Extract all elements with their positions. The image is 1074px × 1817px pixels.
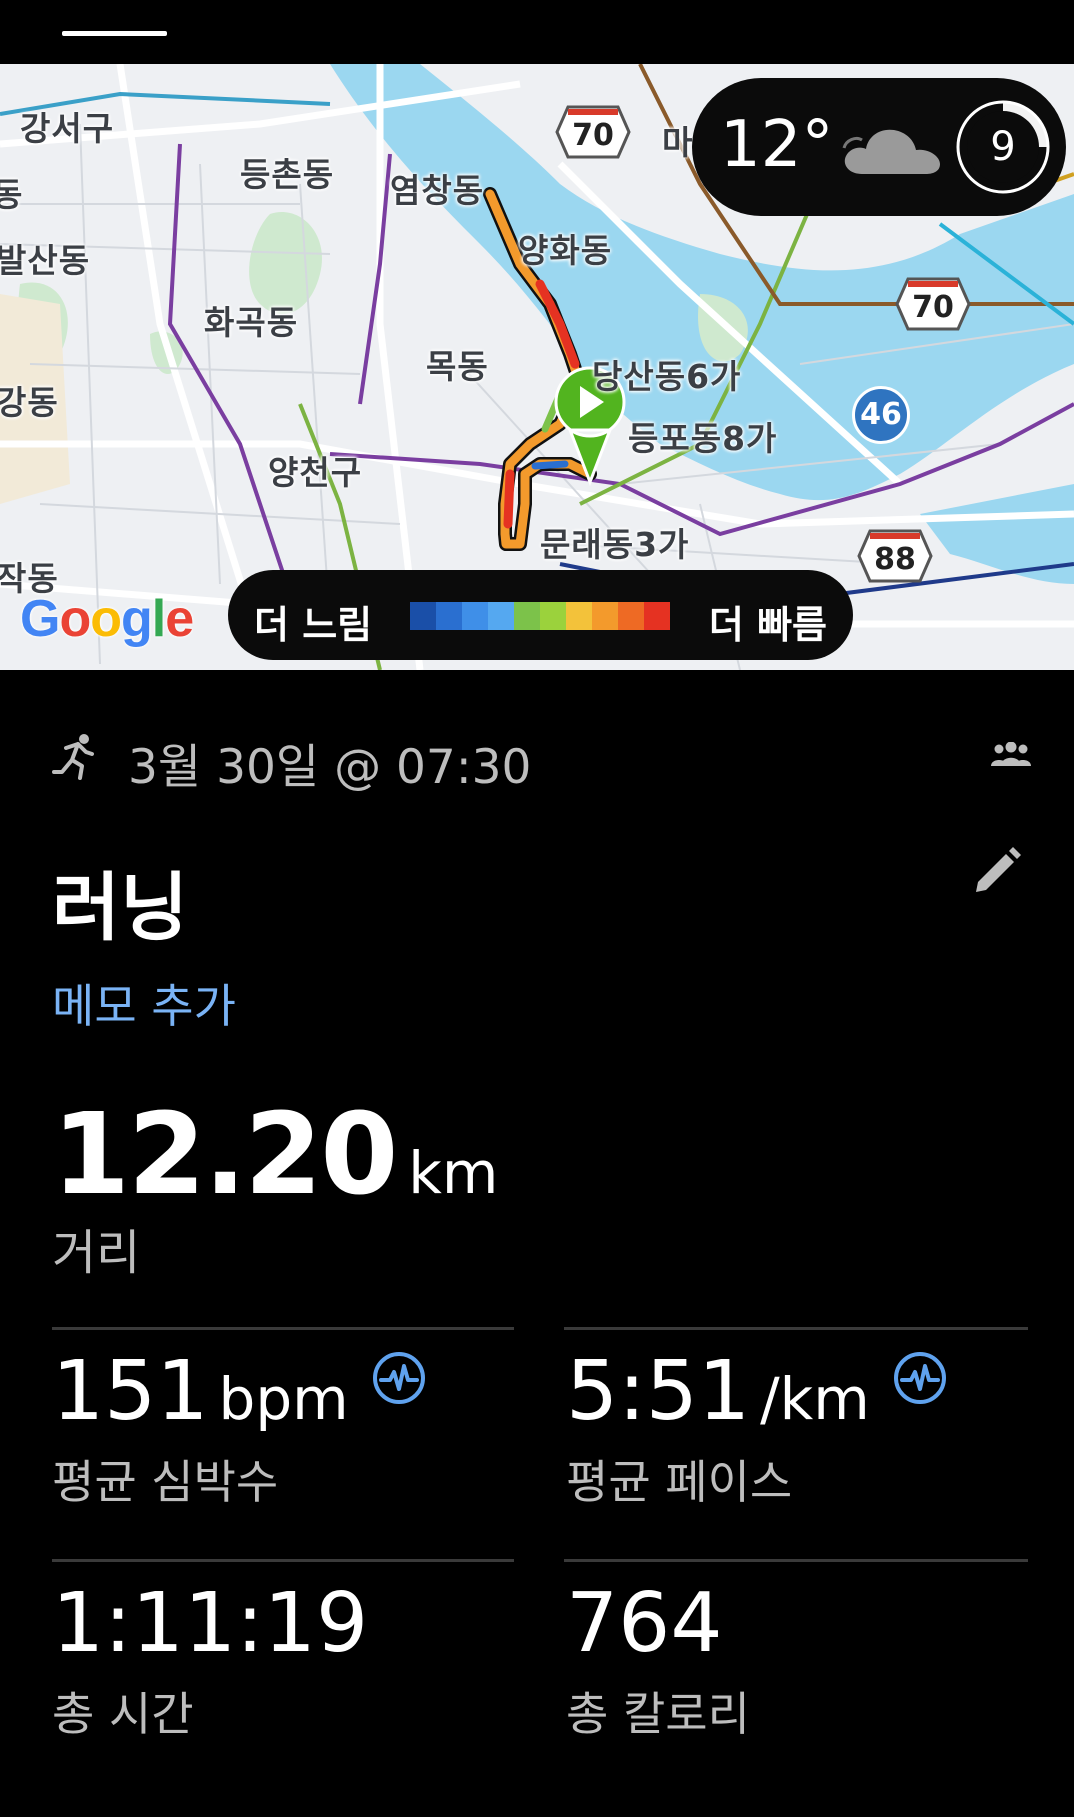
total-time-label: 총 시간 <box>52 1687 194 1741</box>
calories-stat: 764 <box>566 1576 723 1671</box>
divider <box>564 1559 1028 1562</box>
map-label: 목동 <box>426 347 489 386</box>
map-label: 등촌동 <box>240 155 335 194</box>
drag-handle[interactable] <box>62 31 167 36</box>
activity-datetime: 3월 30일 @ 07:30 <box>128 740 532 795</box>
route-shield: 70 <box>554 104 632 160</box>
calories-label: 총 칼로리 <box>566 1687 750 1741</box>
map-label: 마 <box>662 123 694 162</box>
divider <box>564 1327 1028 1330</box>
map-label: 당산동6가 <box>592 357 742 396</box>
total-time-stat: 1:11:19 <box>52 1576 369 1671</box>
running-icon <box>52 734 94 780</box>
route-shield: 88 <box>856 528 934 584</box>
google-logo: Google <box>20 590 194 648</box>
map-label: 화곡동 <box>204 303 299 342</box>
map-label: 강서구 <box>20 109 115 148</box>
map-label: 양천구 <box>268 453 363 492</box>
heart-rate-label: 평균 심박수 <box>52 1455 279 1509</box>
pace-legend: 더 느림 더 빠름 <box>228 570 853 660</box>
temperature: 12° <box>720 108 834 182</box>
map-label: 등포동8가 <box>628 419 778 458</box>
route-circle-badge: 46 <box>852 386 910 444</box>
map-label: 염창동 <box>390 171 485 210</box>
fast-label: 더 빠름 <box>708 603 827 647</box>
pace-stat[interactable]: 5:51/km <box>566 1344 947 1439</box>
group-icon[interactable] <box>990 742 1032 768</box>
distance-label: 거리 <box>52 1225 141 1281</box>
uv-ring-gauge: 9 <box>954 98 1052 196</box>
pencil-icon[interactable] <box>968 842 1026 900</box>
cloud-icon <box>842 129 940 174</box>
weather-widget[interactable]: 12° 9 <box>692 78 1066 216</box>
map-label: 양화동 <box>518 231 613 270</box>
route-shield: 70 <box>894 276 972 332</box>
map-label: 발산동 <box>0 241 91 280</box>
map-label: 동 <box>0 175 24 214</box>
activity-title: 러닝 <box>52 865 189 951</box>
add-memo-link[interactable]: 메모 추가 <box>52 970 236 1036</box>
divider <box>52 1559 514 1562</box>
activity-meta-row: 3월 30일 @ 07:30 <box>52 728 1032 795</box>
map-label: 문래동3가 <box>540 525 690 564</box>
pulse-icon <box>372 1352 425 1404</box>
pulse-icon <box>893 1352 946 1404</box>
heart-rate-stat[interactable]: 151 bpm <box>52 1344 426 1439</box>
slow-label: 더 느림 <box>254 603 373 647</box>
pace-color-bar <box>410 602 670 630</box>
divider <box>52 1327 514 1330</box>
pace-label: 평균 페이스 <box>566 1455 793 1509</box>
distance-value: 12.20 km <box>52 1090 499 1220</box>
map-label: 강동 <box>0 383 59 422</box>
